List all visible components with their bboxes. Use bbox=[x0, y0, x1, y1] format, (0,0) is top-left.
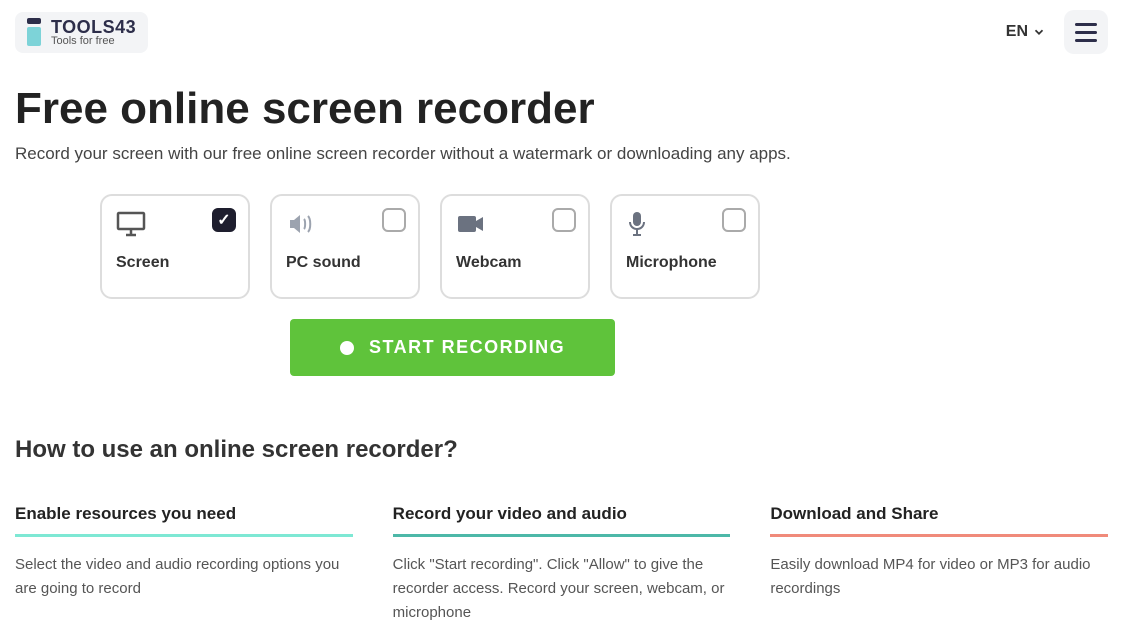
start-button-label: START RECORDING bbox=[369, 337, 565, 358]
option-webcam[interactable]: Webcam bbox=[440, 194, 590, 299]
logo-icon bbox=[27, 18, 41, 46]
option-checkbox[interactable] bbox=[212, 208, 236, 232]
step-title: Enable resources you need bbox=[15, 504, 353, 537]
option-checkbox[interactable] bbox=[382, 208, 406, 232]
logo[interactable]: TOOLS43 Tools for free bbox=[15, 12, 148, 53]
page-title: Free online screen recorder bbox=[15, 84, 1108, 134]
step-desc: Select the video and audio recording opt… bbox=[15, 553, 353, 601]
option-label: PC sound bbox=[286, 254, 404, 272]
option-microphone[interactable]: Microphone bbox=[610, 194, 760, 299]
steps: Enable resources you need Select the vid… bbox=[15, 504, 1108, 625]
language-label: EN bbox=[1006, 23, 1028, 41]
option-checkbox[interactable] bbox=[552, 208, 576, 232]
option-label: Screen bbox=[116, 254, 234, 272]
recording-options: Screen PC sound Webcam Microphone bbox=[100, 194, 1108, 299]
step-2: Record your video and audio Click "Start… bbox=[393, 504, 731, 625]
logo-title: TOOLS43 bbox=[51, 18, 136, 36]
chevron-down-icon bbox=[1032, 25, 1046, 39]
option-pc-sound[interactable]: PC sound bbox=[270, 194, 420, 299]
howto-title: How to use an online screen recorder? bbox=[15, 436, 1108, 464]
option-label: Webcam bbox=[456, 254, 574, 272]
step-title: Record your video and audio bbox=[393, 504, 731, 537]
page-subtitle: Record your screen with our free online … bbox=[15, 144, 1108, 164]
step-title: Download and Share bbox=[770, 504, 1108, 537]
logo-subtitle: Tools for free bbox=[51, 36, 136, 47]
step-3: Download and Share Easily download MP4 f… bbox=[770, 504, 1108, 625]
step-desc: Easily download MP4 for video or MP3 for… bbox=[770, 553, 1108, 601]
language-selector[interactable]: EN bbox=[1006, 23, 1046, 41]
start-recording-button[interactable]: START RECORDING bbox=[290, 319, 615, 376]
menu-button[interactable] bbox=[1064, 10, 1108, 54]
option-label: Microphone bbox=[626, 254, 744, 272]
step-desc: Click "Start recording". Click "Allow" t… bbox=[393, 553, 731, 625]
step-1: Enable resources you need Select the vid… bbox=[15, 504, 353, 625]
option-checkbox[interactable] bbox=[722, 208, 746, 232]
record-icon bbox=[340, 341, 354, 355]
option-screen[interactable]: Screen bbox=[100, 194, 250, 299]
